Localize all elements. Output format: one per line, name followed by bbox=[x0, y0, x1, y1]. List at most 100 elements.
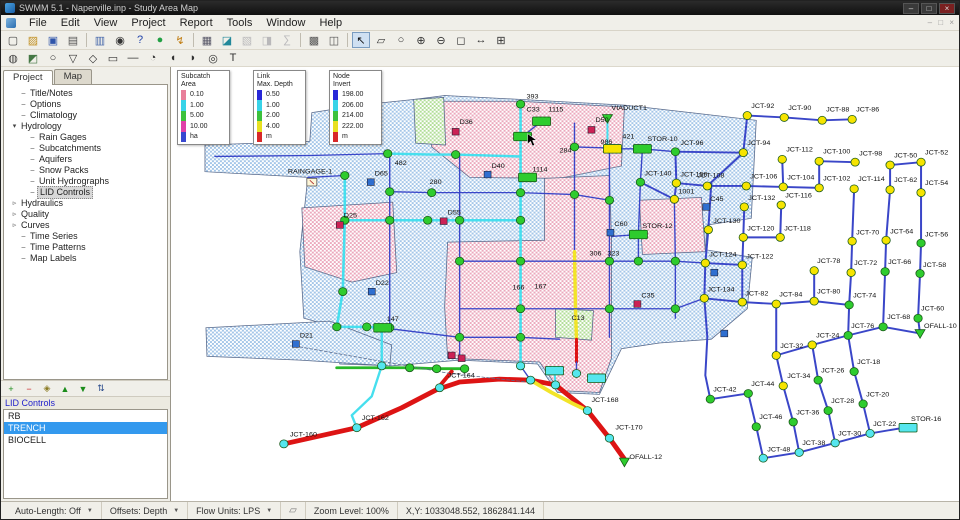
menu-help[interactable]: Help bbox=[312, 16, 349, 30]
auto-length-selector[interactable]: Auto-Length: Off▼ bbox=[7, 502, 102, 519]
map-link[interactable] bbox=[574, 252, 576, 340]
map-node[interactable] bbox=[706, 395, 714, 403]
map-node[interactable] bbox=[516, 362, 524, 370]
map-node[interactable] bbox=[378, 362, 386, 370]
copy-icon[interactable]: ▥ bbox=[91, 32, 109, 48]
map-label-square[interactable] bbox=[448, 352, 455, 359]
full-extent-icon[interactable]: ◻ bbox=[452, 32, 470, 48]
add-raingage-icon[interactable]: ◍ bbox=[4, 50, 22, 66]
map-storage-node[interactable] bbox=[587, 374, 605, 383]
map-node[interactable] bbox=[848, 237, 856, 245]
tree-expander-icon[interactable]: ▾ bbox=[10, 121, 19, 132]
tree-item-map-labels[interactable]: –Map Labels bbox=[6, 253, 167, 264]
tree-item-snow-packs[interactable]: –Snow Packs bbox=[6, 165, 167, 176]
map-label-square[interactable] bbox=[634, 301, 641, 308]
minimize-button[interactable]: – bbox=[903, 3, 919, 14]
tree-expander-icon[interactable]: ▹ bbox=[10, 209, 19, 220]
tree-item-climatology[interactable]: –Climatology bbox=[6, 110, 167, 121]
query-icon[interactable]: ? bbox=[131, 32, 149, 48]
map-label-square[interactable] bbox=[607, 229, 614, 236]
offsets-selector[interactable]: Offsets: Depth▼ bbox=[102, 502, 188, 519]
map-link[interactable] bbox=[675, 152, 743, 153]
map-node[interactable] bbox=[636, 178, 644, 186]
map-node[interactable] bbox=[850, 185, 858, 193]
map-node[interactable] bbox=[808, 341, 816, 349]
map-node[interactable] bbox=[670, 195, 678, 203]
map-node[interactable] bbox=[886, 161, 894, 169]
add-storage-icon[interactable]: ▭ bbox=[104, 50, 122, 66]
map-label-square[interactable] bbox=[721, 330, 728, 337]
menu-file[interactable]: File bbox=[22, 16, 54, 30]
pan-icon[interactable]: ↔ bbox=[472, 32, 490, 48]
edit-button[interactable]: ◈ bbox=[40, 383, 54, 394]
map-node[interactable] bbox=[886, 186, 894, 194]
tree-item-time-series[interactable]: –Time Series bbox=[6, 231, 167, 242]
map-link[interactable] bbox=[776, 355, 783, 385]
tab-project[interactable]: Project bbox=[3, 70, 53, 85]
map-node[interactable] bbox=[634, 257, 642, 265]
map-node[interactable] bbox=[814, 376, 822, 384]
map-node[interactable] bbox=[859, 400, 867, 408]
map-node[interactable] bbox=[363, 323, 371, 331]
tree-item-options[interactable]: –Options bbox=[6, 99, 167, 110]
menu-view[interactable]: View bbox=[87, 16, 125, 30]
map-node[interactable] bbox=[516, 333, 524, 341]
map-node[interactable] bbox=[703, 182, 711, 190]
map-node[interactable] bbox=[704, 226, 712, 234]
move-down-button[interactable]: ▼ bbox=[76, 384, 90, 394]
map-storage-node[interactable] bbox=[899, 423, 917, 432]
map-node[interactable] bbox=[744, 389, 752, 397]
map-storage-node[interactable] bbox=[546, 366, 564, 375]
map-node[interactable] bbox=[831, 439, 839, 447]
print-icon[interactable]: ▤ bbox=[64, 32, 82, 48]
select-region-icon[interactable]: ○ bbox=[392, 32, 410, 48]
sort-button[interactable]: ⇅ bbox=[94, 383, 108, 394]
zoom-in-icon[interactable]: ⊕ bbox=[412, 32, 430, 48]
tree-item-subcatchments[interactable]: –Subcatchments bbox=[6, 143, 167, 154]
map-node[interactable] bbox=[881, 268, 889, 276]
raingage-icon[interactable] bbox=[307, 178, 317, 186]
map-node[interactable] bbox=[738, 261, 746, 269]
map-node[interactable] bbox=[341, 172, 349, 180]
tree-item-aquifers[interactable]: –Aquifers bbox=[6, 154, 167, 165]
map-node[interactable] bbox=[570, 191, 578, 199]
map-node[interactable] bbox=[455, 257, 463, 265]
map-link[interactable] bbox=[743, 207, 744, 237]
map-node[interactable] bbox=[386, 216, 394, 224]
tree-expander-icon[interactable]: ▹ bbox=[10, 220, 19, 231]
lid-item-rb[interactable]: RB bbox=[4, 410, 167, 422]
map-label-square[interactable] bbox=[484, 171, 491, 178]
map-outfall-node[interactable] bbox=[619, 458, 629, 467]
maximize-button[interactable]: □ bbox=[921, 3, 937, 14]
map-label-square[interactable] bbox=[336, 222, 343, 229]
map-node[interactable] bbox=[671, 257, 679, 265]
map-node[interactable] bbox=[551, 381, 559, 389]
map-node[interactable] bbox=[739, 233, 747, 241]
new-file-icon[interactable]: ▢ bbox=[4, 32, 22, 48]
map-node[interactable] bbox=[776, 233, 784, 241]
map-node[interactable] bbox=[605, 257, 613, 265]
map-storage-node[interactable] bbox=[633, 145, 651, 154]
measure-icon[interactable]: ⊞ bbox=[492, 32, 510, 48]
map-link[interactable] bbox=[819, 161, 855, 162]
tree-item-title-notes[interactable]: –Title/Notes bbox=[6, 88, 167, 99]
flow-units-selector[interactable]: Flow Units: LPS▼ bbox=[188, 502, 281, 519]
map-node[interactable] bbox=[850, 368, 858, 376]
map-node[interactable] bbox=[605, 434, 613, 442]
map-node[interactable] bbox=[851, 158, 859, 166]
map-node[interactable] bbox=[455, 216, 463, 224]
dropdown-arrow-icon[interactable]: ▼ bbox=[266, 508, 272, 514]
map-panel[interactable]: JCT-92JCT-90JCT-88JCT-86JCT-94JCT-112JCT… bbox=[171, 67, 959, 501]
map-outfall-node[interactable] bbox=[915, 330, 925, 339]
select-vertex-icon[interactable]: ▱ bbox=[372, 32, 390, 48]
tree-item-time-patterns[interactable]: –Time Patterns bbox=[6, 242, 167, 253]
subcatchment-polygon[interactable] bbox=[414, 97, 446, 145]
zoom-out-icon[interactable]: ⊖ bbox=[432, 32, 450, 48]
run-simulation-icon[interactable]: ↯ bbox=[171, 32, 189, 48]
map-node[interactable] bbox=[810, 297, 818, 305]
map-node[interactable] bbox=[353, 424, 361, 432]
map-link[interactable] bbox=[812, 345, 835, 443]
map-node[interactable] bbox=[671, 148, 679, 156]
map-node[interactable] bbox=[605, 305, 613, 313]
map-node[interactable] bbox=[451, 151, 459, 159]
